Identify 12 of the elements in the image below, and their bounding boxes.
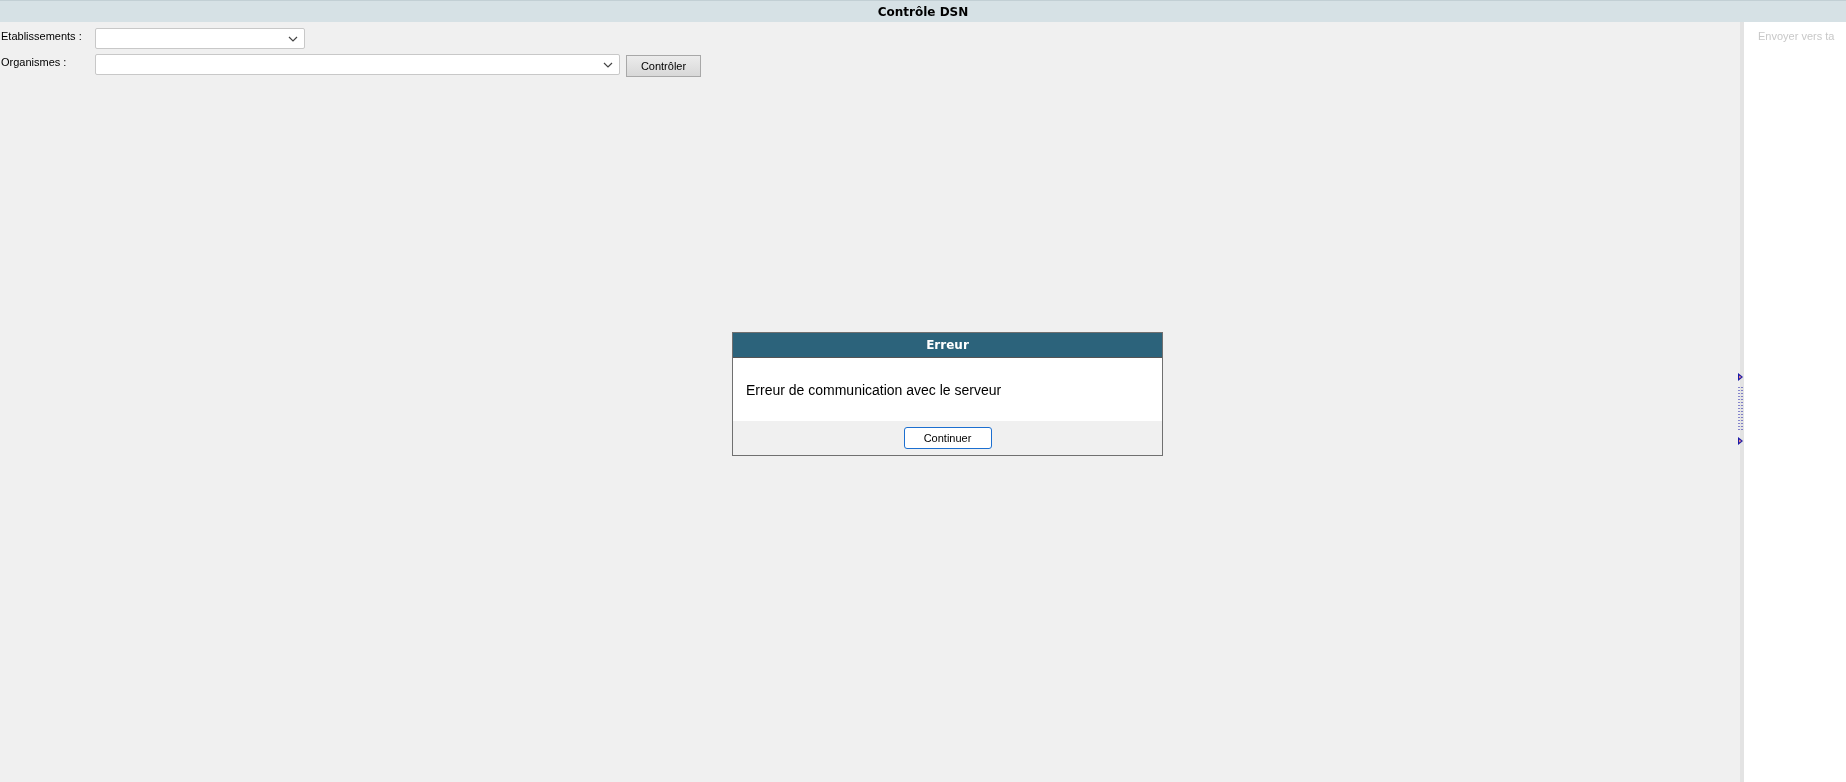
dialog-title: Erreur [926, 338, 969, 352]
dropdown-field[interactable] [95, 54, 620, 75]
field-label: Organismes : [0, 55, 68, 68]
continue-button[interactable]: Continuer [903, 427, 992, 449]
window-title: Contrôle DSN [877, 4, 969, 19]
splitter-handle-icon[interactable] [1738, 373, 1744, 445]
chevron-down-icon [288, 35, 298, 42]
check-button[interactable]: Contrôler [626, 55, 701, 77]
field-label: Etablissements : [0, 29, 83, 42]
dropdown-field[interactable] [95, 28, 305, 49]
error-message: Erreur de communication avec le serveur [746, 381, 1002, 398]
chevron-down-icon [603, 61, 613, 68]
